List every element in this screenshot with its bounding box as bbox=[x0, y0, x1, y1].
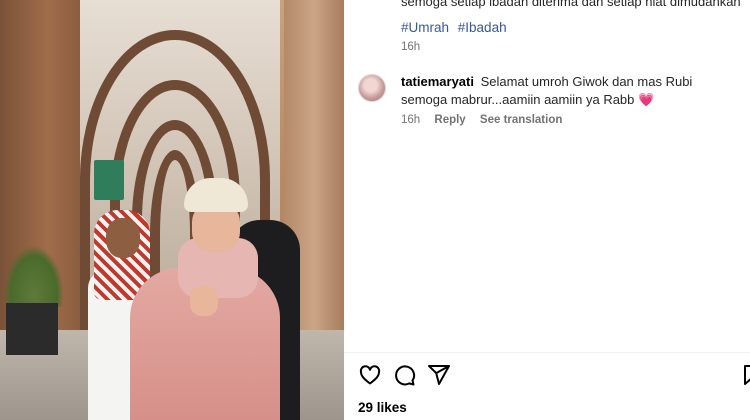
share-icon[interactable] bbox=[427, 363, 451, 387]
action-bar bbox=[358, 363, 750, 389]
raised-hand bbox=[190, 286, 218, 316]
plant-leaves bbox=[4, 245, 64, 307]
post-side-panel: semoga setiap ibadah diterima dan setiap… bbox=[344, 0, 750, 420]
hashtag-ibadah[interactable]: #Ibadah bbox=[458, 20, 507, 35]
avatar[interactable] bbox=[358, 74, 386, 102]
heart-icon[interactable] bbox=[358, 363, 382, 387]
hashtag-list: #Umrah #Ibadah bbox=[401, 20, 512, 35]
reply-button[interactable]: Reply bbox=[434, 114, 465, 126]
divider bbox=[344, 352, 750, 353]
hashtag-umrah[interactable]: #Umrah bbox=[401, 20, 449, 35]
comment-body: tatiemaryati Selamat umroh Giwok dan mas… bbox=[401, 73, 741, 109]
potted-plant bbox=[4, 245, 64, 355]
comment-meta: 16h Reply See translation bbox=[401, 114, 573, 126]
woman-in-pink bbox=[130, 178, 280, 420]
pink-heart-emoji: 💗 bbox=[638, 92, 655, 107]
see-translation-link[interactable]: See translation bbox=[480, 114, 562, 126]
comment-timestamp[interactable]: 16h bbox=[401, 114, 420, 126]
bookmark-icon[interactable] bbox=[740, 363, 750, 387]
white-cap bbox=[184, 178, 248, 212]
like-count[interactable]: 29 likes bbox=[358, 400, 407, 415]
shop-sign bbox=[94, 160, 124, 200]
comment-icon[interactable] bbox=[392, 363, 416, 387]
plant-pot bbox=[6, 303, 58, 355]
comment-username[interactable]: tatiemaryati bbox=[401, 74, 474, 89]
post-photo[interactable] bbox=[0, 0, 344, 420]
caption-tail: semoga setiap ibadah diterima dan setiap… bbox=[401, 0, 741, 9]
post-timestamp[interactable]: 16h bbox=[401, 41, 420, 53]
